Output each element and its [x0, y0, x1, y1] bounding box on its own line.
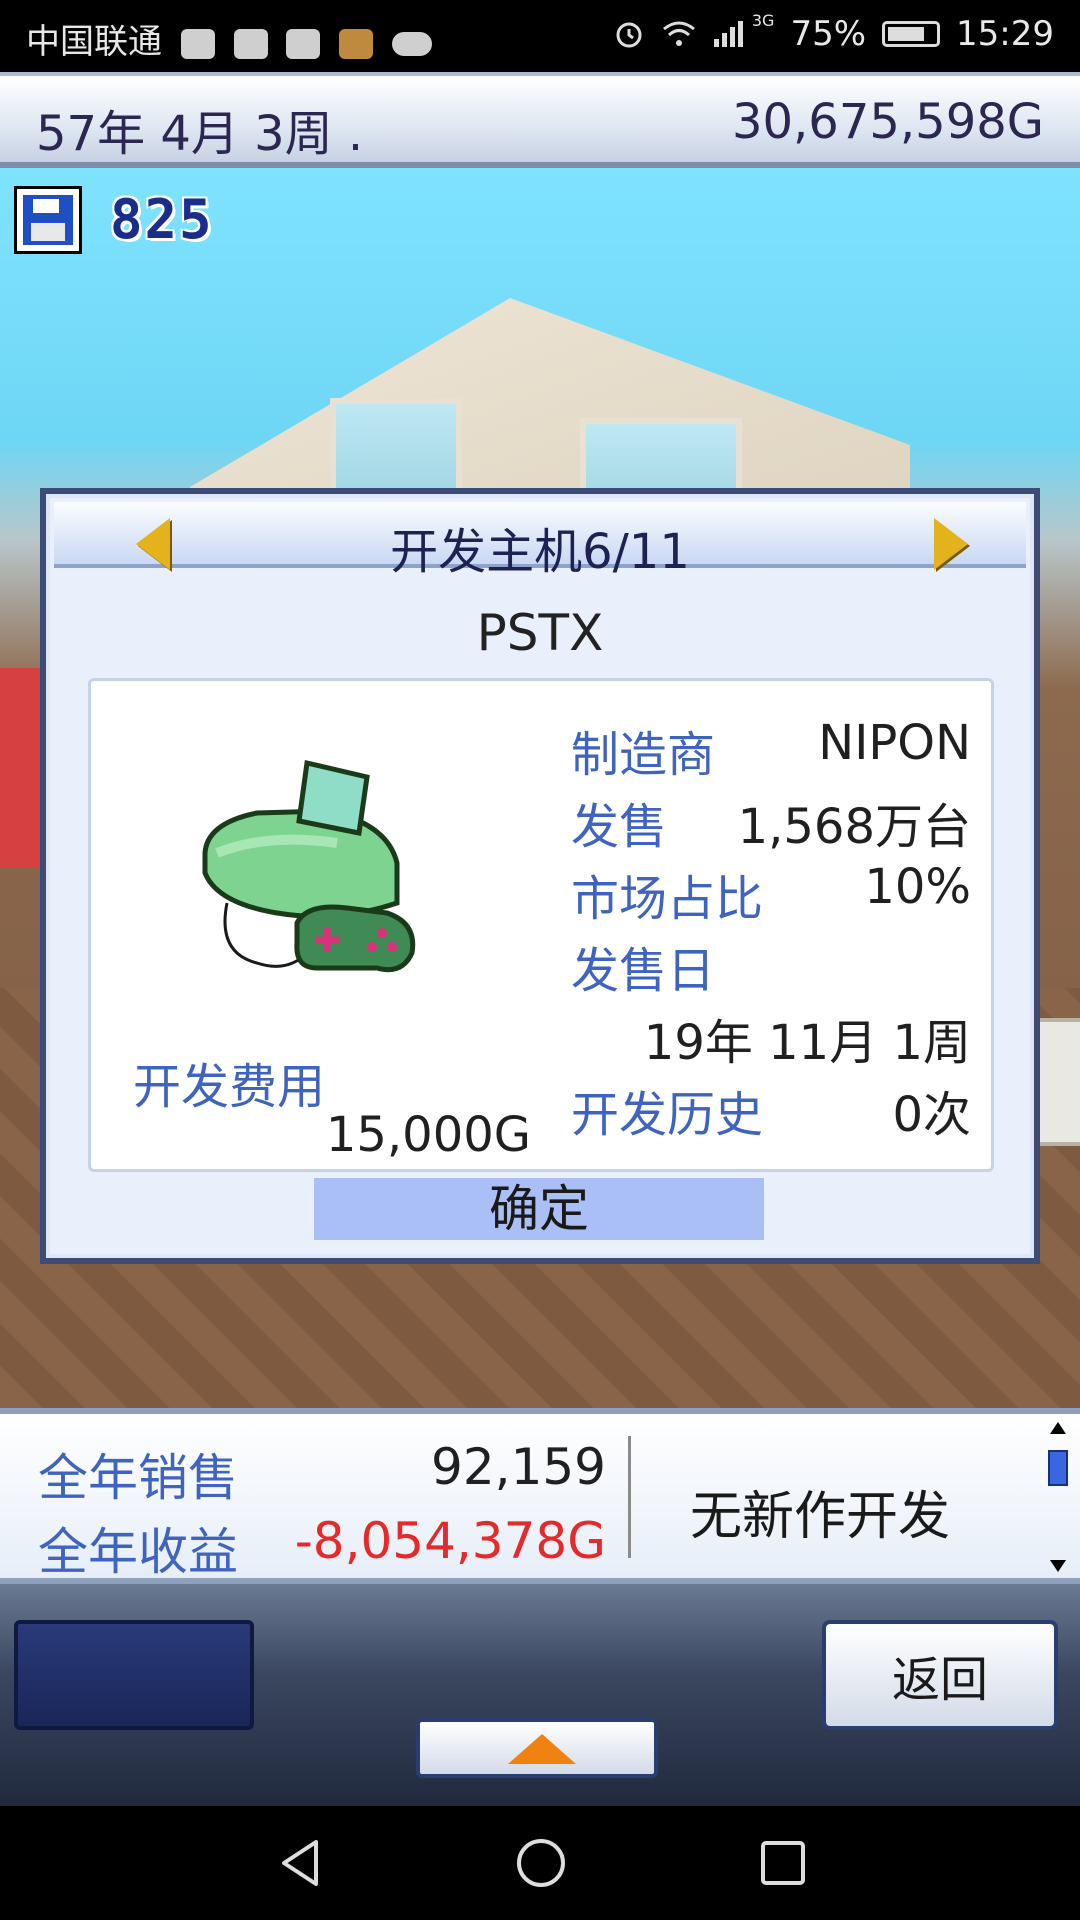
carrier-name: 中国联通	[26, 22, 162, 62]
control-bar: 返回	[0, 1584, 1080, 1806]
dialog-title: 开发主机6/11	[390, 524, 690, 580]
game-date: 57年 4月 3周 .	[36, 106, 364, 162]
annual-sales-label: 全年销售	[38, 1449, 238, 1507]
game-top-bar: 57年 4月 3周 . 30,675,598G	[0, 72, 1080, 168]
battery-icon	[882, 21, 941, 47]
console-dev-dialog: 开发主机6/11 PSTX 开发费用 15,000G 制造商 NIPON 发售 …	[40, 488, 1040, 1264]
market-share-value: 10%	[864, 859, 971, 915]
status-bar: 中国联通 3G 75% 15:29	[0, 0, 1080, 72]
scroll-thumb[interactable]	[1048, 1450, 1068, 1486]
annual-stats-panel: 全年销售 92,159 全年收益 -8,054,378G 无新作开发	[0, 1408, 1080, 1584]
dev-status-text: 无新作开发	[689, 1487, 950, 1547]
game-money: 30,675,598G	[731, 94, 1044, 150]
wifi-icon	[662, 21, 695, 46]
up-arrow-icon	[508, 1734, 576, 1764]
dev-history-value: 0次	[892, 1087, 971, 1143]
annual-profit-label: 全年收益	[38, 1523, 238, 1581]
nav-home-icon[interactable]	[514, 1836, 568, 1890]
dev-cost-value: 15,000G	[325, 1107, 531, 1163]
nav-recent-icon[interactable]	[756, 1836, 810, 1890]
release-date-label: 发售日	[571, 943, 716, 999]
maker-value: NIPON	[818, 715, 971, 771]
dev-history-label: 开发历史	[571, 1087, 764, 1143]
sales-label: 发售	[571, 799, 668, 855]
battery-percent: 75%	[790, 14, 867, 54]
alarm-icon	[616, 22, 642, 48]
confirm-button[interactable]: 确定	[314, 1178, 764, 1240]
vending-machine	[0, 668, 40, 868]
app-icon	[180, 28, 215, 59]
sales-value: 1,568万台	[737, 799, 971, 855]
system-nav-bar	[0, 1806, 1080, 1920]
nav-back-icon[interactable]	[274, 1836, 328, 1890]
console-info-panel: 开发费用 15,000G 制造商 NIPON 发售 1,568万台 市场占比 1…	[88, 678, 994, 1172]
save-disk-icon[interactable]	[14, 186, 82, 254]
back-button[interactable]: 返回	[822, 1620, 1058, 1730]
maker-label: 制造商	[571, 727, 716, 783]
scroll-down-icon[interactable]	[1050, 1560, 1066, 1572]
box-app-icon	[339, 28, 374, 59]
expand-up-button[interactable]	[416, 1718, 658, 1778]
empty-slot-button[interactable]	[14, 1620, 254, 1730]
hand-icon	[286, 28, 321, 59]
status-right: 3G 75% 15:29	[612, 10, 1054, 54]
save-count: 825	[110, 188, 214, 251]
stats-scrollbar[interactable]	[1046, 1422, 1070, 1572]
console-name: PSTX	[476, 604, 604, 662]
annual-profit-value: -8,054,378G	[294, 1512, 606, 1570]
prev-arrow-icon[interactable]	[136, 518, 170, 570]
next-arrow-icon[interactable]	[934, 518, 968, 570]
network-type: 3G	[751, 10, 775, 30]
clock: 15:29	[956, 14, 1054, 54]
carrier-label: 中国联通	[26, 14, 433, 63]
release-date-value: 19年 11月 1周	[643, 1015, 971, 1071]
annual-sales-value: 92,159	[431, 1438, 606, 1496]
wechat-icon	[233, 28, 268, 59]
signal-icon	[713, 21, 743, 47]
divider	[628, 1436, 631, 1558]
market-share-label: 市场占比	[571, 871, 764, 927]
scroll-up-icon[interactable]	[1050, 1422, 1066, 1434]
dialog-header: 开发主机6/11	[54, 502, 1026, 580]
cloud-icon	[392, 31, 433, 56]
game-console-icon	[202, 759, 416, 973]
